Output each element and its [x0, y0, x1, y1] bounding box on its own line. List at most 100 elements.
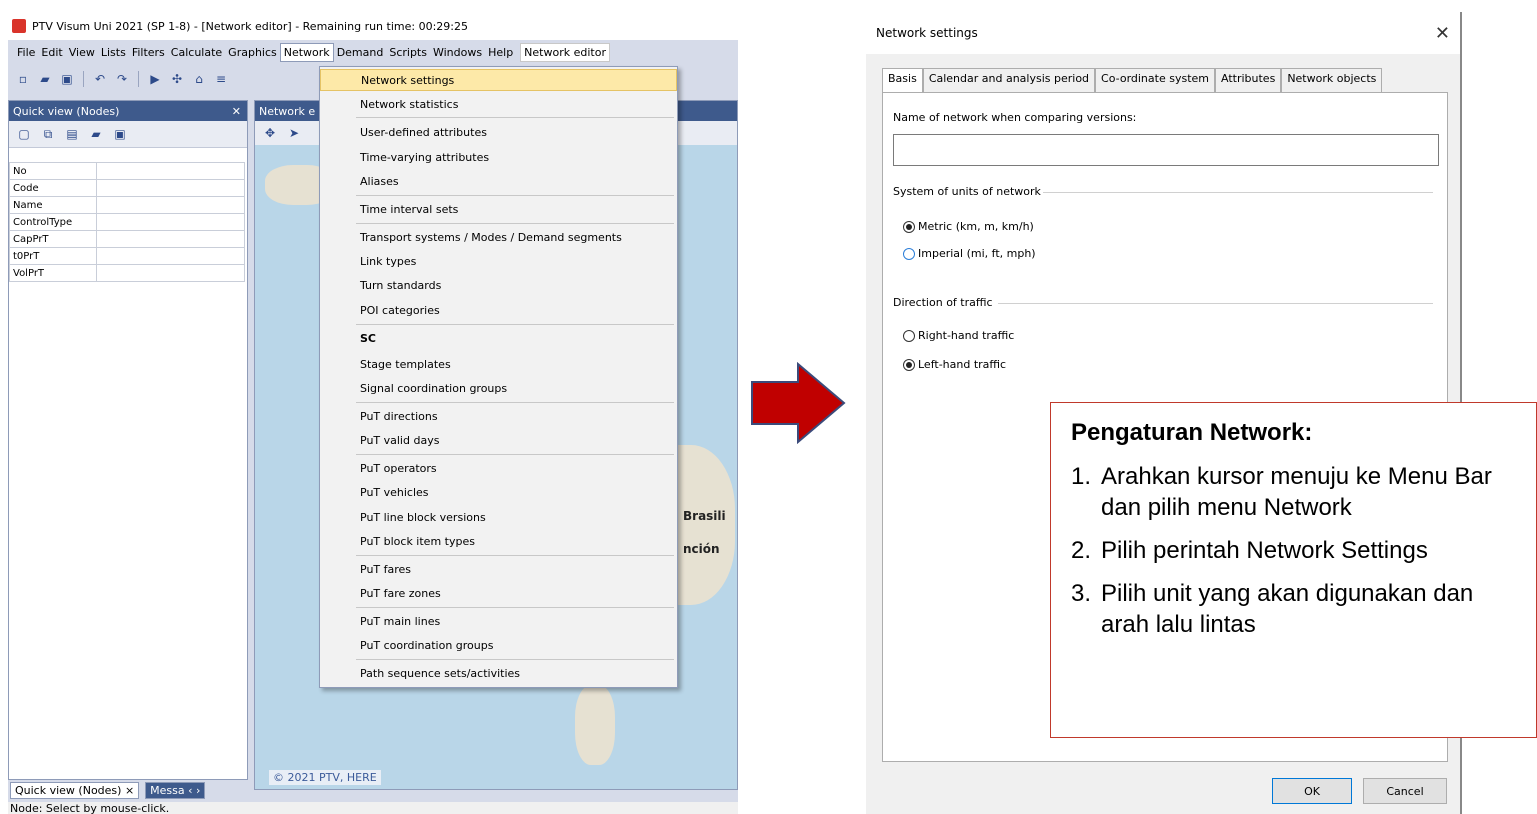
menu-item-time-interval-sets[interactable]: Time interval sets — [320, 198, 677, 220]
menu-filters[interactable]: Filters — [129, 44, 168, 61]
map-city-label: nción — [683, 542, 720, 556]
attribute-value[interactable] — [96, 247, 245, 265]
table-row[interactable]: Code — [9, 179, 245, 197]
tab-basis[interactable]: Basis — [882, 68, 923, 92]
new-file-icon[interactable]: ▫ — [14, 70, 32, 88]
open-folder-icon[interactable]: ▰ — [36, 70, 54, 88]
attribute-value[interactable] — [96, 230, 245, 248]
menu-edit[interactable]: Edit — [38, 44, 65, 61]
radio-right-hand[interactable]: Right-hand traffic — [903, 329, 1014, 342]
menu-item-put-operators[interactable]: PuT operators — [320, 457, 677, 479]
callout-step: 3. Pilih unit yang akan digunakan dan ar… — [1071, 578, 1516, 640]
menu-bar: File Edit View Lists Filters Calculate G… — [8, 40, 738, 64]
table-row[interactable]: CapPrT — [9, 230, 245, 248]
toolbar-separator — [83, 71, 84, 87]
radio-button-unchecked[interactable] — [903, 247, 915, 260]
radio-right-hand-label: Right-hand traffic — [918, 329, 1015, 342]
table-row[interactable]: ControlType — [9, 213, 245, 231]
menu-graphics[interactable]: Graphics — [225, 44, 280, 61]
menu-item-aliases[interactable]: Aliases — [320, 170, 677, 192]
menu-scripts[interactable]: Scripts — [386, 44, 430, 61]
pointer-icon[interactable]: ➤ — [285, 124, 303, 142]
tab-quick-view[interactable]: Quick view (Nodes) × — [10, 781, 140, 799]
menu-item-put-block-item-types[interactable]: PuT block item types — [320, 530, 677, 552]
close-icon[interactable]: ✕ — [1435, 23, 1450, 44]
menu-item-put-valid-days[interactable]: PuT valid days — [320, 429, 677, 451]
radio-button-checked[interactable] — [903, 220, 915, 233]
step-number: 2. — [1071, 537, 1092, 564]
radio-button-checked[interactable] — [903, 358, 915, 371]
menu-item-put-directions[interactable]: PuT directions — [320, 405, 677, 427]
menu-item-poi-categories[interactable]: POI categories — [320, 299, 677, 321]
menu-item-user-defined-attributes[interactable]: User-defined attributes — [320, 121, 677, 143]
menu-file[interactable]: File — [14, 44, 38, 61]
menu-network[interactable]: Network — [279, 42, 334, 62]
network-editor-title: Network e — [259, 104, 316, 118]
menu-item-put-fare-zones[interactable]: PuT fare zones — [320, 582, 677, 604]
save-icon[interactable]: ▣ — [111, 125, 129, 143]
redo-icon[interactable]: ↷ — [113, 70, 131, 88]
cancel-button[interactable]: Cancel — [1363, 778, 1447, 804]
ok-button[interactable]: OK — [1272, 778, 1352, 804]
attribute-value[interactable] — [96, 196, 245, 214]
menu-calculate[interactable]: Calculate — [168, 44, 225, 61]
radio-imperial[interactable]: Imperial (mi, ft, mph) — [903, 247, 1036, 260]
table-row[interactable]: VolPrT — [9, 264, 245, 282]
menu-item-turn-standards[interactable]: Turn standards — [320, 274, 677, 296]
menu-item-put-main-lines[interactable]: PuT main lines — [320, 610, 677, 632]
menu-item-time-varying-attributes[interactable]: Time-varying attributes — [320, 146, 677, 168]
menu-item-network-settings[interactable]: Network settings — [320, 69, 677, 91]
menu-item-put-coordination-groups[interactable]: PuT coordination groups — [320, 634, 677, 656]
menu-item-put-fares[interactable]: PuT fares — [320, 558, 677, 580]
select-icon[interactable]: ▢ — [15, 125, 33, 143]
menu-windows[interactable]: Windows — [430, 44, 485, 61]
bottom-tab-strip: Quick view (Nodes) × Messa ‹ › — [8, 780, 254, 800]
save-icon[interactable]: ▣ — [58, 70, 76, 88]
menu-separator — [356, 659, 674, 660]
run-icon[interactable]: ▶ — [146, 70, 164, 88]
paste-icon[interactable]: ▤ — [63, 125, 81, 143]
radio-metric[interactable]: Metric (km, m, km/h) — [903, 220, 1034, 233]
attribute-value[interactable] — [96, 213, 245, 231]
menu-demand[interactable]: Demand — [334, 44, 387, 61]
house-icon[interactable]: ⌂ — [190, 70, 208, 88]
tab-calendar-analysis-period[interactable]: Calendar and analysis period — [922, 68, 1096, 92]
status-bar: Node: Select by mouse-click. — [8, 802, 738, 814]
menu-item-put-line-block-versions[interactable]: PuT line block versions — [320, 506, 677, 528]
menu-item-path-sequence-sets[interactable]: Path sequence sets/activities — [320, 662, 677, 684]
menu-separator — [356, 555, 674, 556]
menu-item-network-statistics[interactable]: Network statistics — [320, 93, 677, 115]
menu-item-stage-templates[interactable]: Stage templates — [320, 353, 677, 375]
menu-item-link-types[interactable]: Link types — [320, 250, 677, 272]
radio-button-unchecked[interactable] — [903, 329, 915, 342]
table-row[interactable]: No — [9, 162, 245, 180]
attribute-value[interactable] — [96, 162, 245, 180]
tab-messages[interactable]: Messa ‹ › — [145, 781, 206, 799]
menu-network-editor[interactable]: Network editor — [520, 42, 610, 62]
table-row[interactable]: t0PrT — [9, 247, 245, 265]
tab-attributes[interactable]: Attributes — [1215, 68, 1282, 92]
network-name-input[interactable] — [893, 134, 1439, 166]
attribute-value[interactable] — [96, 264, 245, 282]
tab-coordinate-system[interactable]: Co-ordinate system — [1095, 68, 1215, 92]
radio-left-hand[interactable]: Left-hand traffic — [903, 358, 1006, 371]
menu-lists[interactable]: Lists — [98, 44, 129, 61]
radio-imperial-label: Imperial (mi, ft, mph) — [918, 247, 1036, 260]
menu-item-put-vehicles[interactable]: PuT vehicles — [320, 481, 677, 503]
menu-item-signal-coordination-groups[interactable]: Signal coordination groups — [320, 377, 677, 399]
menu-view[interactable]: View — [66, 44, 98, 61]
close-icon[interactable]: ✕ — [232, 105, 241, 118]
list-icon[interactable]: ≡ — [212, 70, 230, 88]
table-row[interactable]: Name — [9, 196, 245, 214]
network-icon[interactable]: ✣ — [168, 70, 186, 88]
quick-view-header: Quick view (Nodes) ✕ — [9, 101, 247, 121]
undo-icon[interactable]: ↶ — [91, 70, 109, 88]
pan-icon[interactable]: ✥ — [261, 124, 279, 142]
copy-icon[interactable]: ⧉ — [39, 125, 57, 143]
menu-item-sc[interactable]: SC — [320, 327, 677, 349]
attribute-value[interactable] — [96, 179, 245, 197]
tab-network-objects[interactable]: Network objects — [1281, 68, 1383, 92]
open-folder-icon[interactable]: ▰ — [87, 125, 105, 143]
menu-item-transport-systems[interactable]: Transport systems / Modes / Demand segme… — [320, 226, 677, 248]
menu-help[interactable]: Help — [485, 44, 516, 61]
